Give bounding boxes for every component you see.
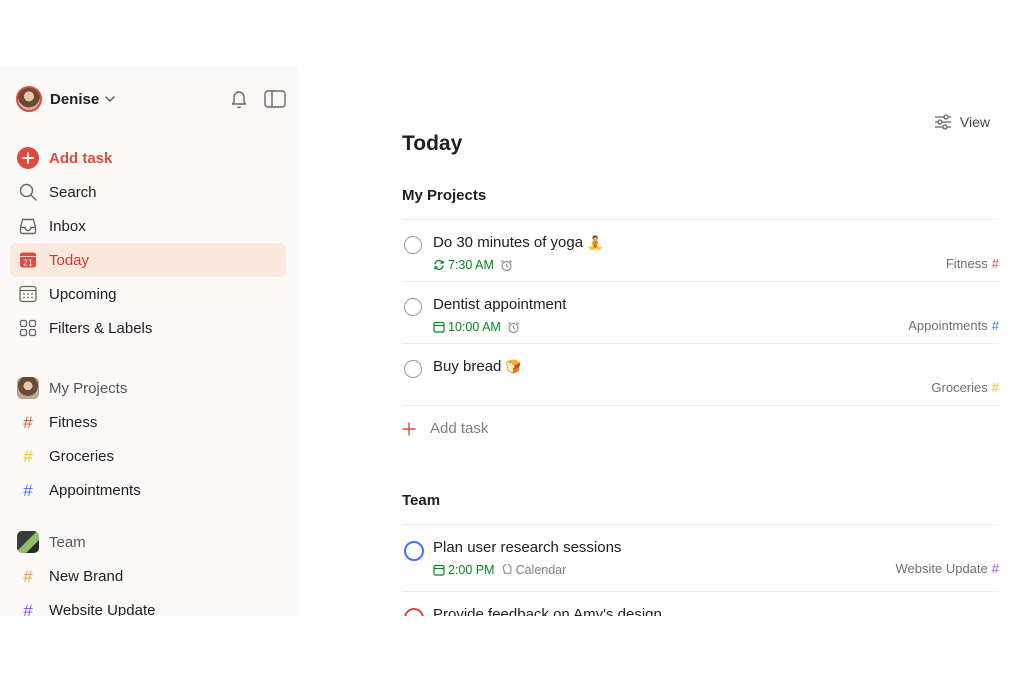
sidebar-item-label: Inbox	[49, 217, 86, 235]
task-project: Appointments #	[908, 318, 999, 333]
sidebar-section-label: My Projects	[49, 379, 128, 397]
hash-icon: #	[23, 480, 33, 500]
bread-emoji: 🍞	[505, 359, 522, 374]
project-avatar	[17, 377, 39, 399]
sidebar-item-appointments[interactable]: # Appointments	[10, 473, 286, 507]
sidebar-item-label: Today	[49, 251, 90, 269]
bell-icon[interactable]	[228, 88, 250, 110]
sidebar-team[interactable]: Team	[10, 525, 286, 559]
task-checkbox[interactable]	[404, 298, 422, 316]
svg-text:21: 21	[23, 259, 33, 268]
add-circle-icon	[17, 147, 39, 169]
hash-icon: #	[23, 600, 33, 617]
section-title-my-projects: My Projects	[402, 187, 487, 204]
hash-icon: #	[23, 566, 33, 586]
task-project: Website Update #	[895, 561, 1000, 576]
sidebar-item-new-brand[interactable]: # New Brand	[10, 559, 286, 593]
chevron-down-icon	[105, 96, 115, 102]
page-title: Today	[402, 132, 463, 155]
task-due-time: 2:00 PM	[433, 563, 495, 577]
sidebar-toggle-icon[interactable]	[264, 88, 286, 110]
task-row[interactable]: Do 30 minutes of yoga 🧘 7:30 AM Fitness #	[402, 234, 999, 278]
divider	[402, 524, 999, 525]
hash-icon: #	[991, 256, 999, 271]
divider	[402, 591, 999, 592]
sidebar-item-fitness[interactable]: # Fitness	[10, 405, 286, 439]
sidebar-item-label: Fitness	[49, 413, 98, 431]
task-project: Fitness #	[945, 256, 999, 271]
hash-icon: #	[991, 561, 999, 576]
sidebar-item-upcoming[interactable]: Upcoming	[10, 277, 286, 311]
sidebar-item-search[interactable]: Search	[10, 175, 286, 209]
alarm-icon	[507, 321, 519, 333]
sidebar-item-label: Upcoming	[49, 285, 117, 303]
add-task-inline-button[interactable]: Add task	[402, 420, 488, 437]
hash-icon: #	[23, 412, 33, 432]
task-checkbox[interactable]	[404, 360, 422, 378]
hash-icon: #	[23, 446, 33, 466]
task-row[interactable]: Provide feedback on Amy's design	[402, 606, 999, 616]
grid-icon	[17, 317, 39, 339]
task-row[interactable]: Plan user research sessions 2:00 PM Cale…	[402, 539, 999, 583]
section-title-team: Team	[402, 492, 441, 509]
team-avatar	[17, 531, 39, 553]
alarm-icon	[501, 259, 512, 271]
sidebar-item-label: Website Update	[49, 601, 156, 617]
user-menu[interactable]: Denise	[16, 86, 115, 112]
sidebar-item-label: Appointments	[49, 481, 141, 499]
calendar-icon	[17, 283, 39, 305]
task-due-time: 10:00 AM	[433, 320, 501, 334]
task-title: Do 30 minutes of yoga 🧘	[433, 234, 604, 251]
sidebar-section-label: Team	[49, 533, 86, 551]
task-title: Dentist appointment	[433, 296, 567, 313]
task-due-time: 7:30 AM	[433, 258, 494, 272]
user-name: Denise	[50, 90, 100, 108]
view-button[interactable]: View	[934, 114, 990, 130]
search-icon	[17, 181, 39, 203]
task-checkbox[interactable]	[404, 608, 424, 616]
task-label: Calendar	[501, 563, 566, 577]
divider	[402, 219, 999, 220]
sidebar-item-filters-labels[interactable]: Filters & Labels	[10, 311, 286, 345]
sidebar: Denise Add task Search Inbox 21 Today Up…	[0, 66, 299, 616]
task-title: Plan user research sessions	[433, 539, 622, 556]
task-project: Groceries #	[931, 380, 999, 395]
app-window: Denise Add task Search Inbox 21 Today Up…	[0, 66, 1024, 616]
task-title: Provide feedback on Amy's design	[433, 606, 662, 616]
sidebar-item-label: Groceries	[49, 447, 115, 465]
recurring-icon	[434, 259, 444, 271]
add-task-label: Add task	[430, 420, 489, 437]
tag-icon	[502, 564, 512, 574]
calendar-icon	[433, 321, 445, 333]
yoga-emoji: 🧘	[587, 235, 604, 250]
hash-icon: #	[991, 318, 999, 333]
avatar	[16, 86, 42, 112]
sidebar-item-label: Search	[49, 183, 97, 201]
add-task-button[interactable]: Add task	[10, 141, 286, 175]
task-row[interactable]: Dentist appointment 10:00 AM Appointment…	[402, 296, 999, 340]
divider	[402, 405, 999, 406]
sidebar-item-website-update[interactable]: # Website Update	[10, 593, 286, 617]
hash-icon: #	[991, 380, 999, 395]
inbox-icon	[17, 215, 39, 237]
sliders-icon	[934, 114, 951, 130]
task-title: Buy bread 🍞	[433, 358, 522, 375]
calendar-icon	[433, 564, 445, 576]
task-checkbox[interactable]	[404, 541, 424, 561]
plus-icon	[402, 421, 416, 436]
calendar-today-icon: 21	[17, 249, 39, 271]
sidebar-my-projects[interactable]: My Projects	[10, 371, 286, 405]
view-label: View	[959, 114, 990, 130]
sidebar-item-label: Filters & Labels	[49, 319, 153, 337]
sidebar-item-inbox[interactable]: Inbox	[10, 209, 286, 243]
add-task-label: Add task	[49, 149, 113, 167]
divider	[402, 281, 999, 282]
main-content: View Today My Projects Do 30 minutes of …	[299, 66, 1024, 616]
sidebar-item-label: New Brand	[49, 567, 124, 585]
sidebar-item-today[interactable]: 21 Today	[10, 243, 286, 277]
task-row[interactable]: Buy bread 🍞 Groceries #	[402, 358, 999, 402]
task-checkbox[interactable]	[404, 236, 422, 254]
sidebar-item-groceries[interactable]: # Groceries	[10, 439, 286, 473]
divider	[402, 343, 999, 344]
